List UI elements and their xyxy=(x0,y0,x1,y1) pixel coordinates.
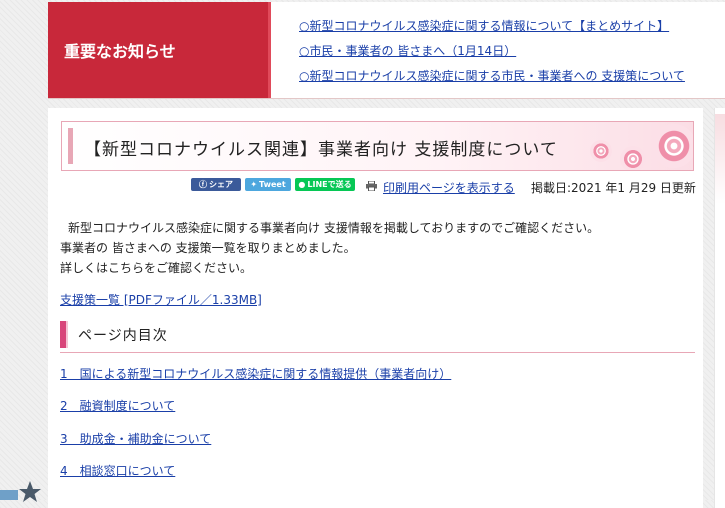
toc-accent-bar xyxy=(60,321,68,348)
title-accent-bar xyxy=(68,128,73,164)
facebook-share-button[interactable]: ⓕ シェア xyxy=(191,178,241,191)
toc-link-consultation[interactable]: 4 相談窓口について xyxy=(60,462,175,479)
print-page-link[interactable]: 印刷用ページを表示する xyxy=(383,179,515,196)
share-toolbar: ⓕ シェア ✦ Tweet ● LINEで送る 印刷用ページを表示する 掲載日:… xyxy=(48,176,703,196)
rose-decoration xyxy=(620,146,646,170)
line-share-button[interactable]: ● LINEで送る xyxy=(295,178,355,191)
important-notice-banner: 重要なお知らせ ○新型コロナウイルス感染症に関する情報について【まとめサイト】 … xyxy=(48,2,725,99)
tweet-label: Tweet xyxy=(259,180,286,189)
notice-links: ○新型コロナウイルス感染症に関する情報について【まとめサイト】 ○市民・事業者の… xyxy=(268,2,725,98)
toc-link-national-info[interactable]: 1 国による新型コロナウイルス感染症に関する情報提供（事業者向け） xyxy=(60,365,451,382)
line-icon: ● xyxy=(298,180,306,189)
intro-line: 事業者の 皆さまへの 支援策一覧を取りまとめました。 xyxy=(60,241,356,255)
intro-text: 新型コロナウイルス感染症に関する事業者向け 支援情報を掲載しておりますのでご確認… xyxy=(60,218,599,278)
twitter-tweet-button[interactable]: ✦ Tweet xyxy=(245,178,291,191)
intro-line: 詳しくはこちらをご確認ください。 xyxy=(60,261,253,275)
rose-decoration xyxy=(590,140,612,162)
pdf-download-link[interactable]: 支援策一覧 [PDFファイル／1.33MB] xyxy=(60,291,262,308)
star-icon[interactable] xyxy=(18,480,42,504)
notice-link-support[interactable]: ○新型コロナウイルス感染症に関する市民・事業者への 支援策について xyxy=(299,64,725,89)
right-sidebar-edge xyxy=(714,108,725,508)
facebook-icon: ⓕ xyxy=(199,180,207,189)
toc-heading: ページ内目次 xyxy=(60,317,695,353)
twitter-bird-icon: ✦ xyxy=(250,180,258,189)
notice-label: 重要なお知らせ xyxy=(48,2,268,98)
notice-link-matome[interactable]: ○新型コロナウイルス感染症に関する情報について【まとめサイト】 xyxy=(299,14,725,39)
posted-date: 掲載日:2021 年1 月29 日更新 xyxy=(531,181,696,195)
facebook-share-label: シェア xyxy=(209,180,233,189)
intro-line: 新型コロナウイルス感染症に関する事業者向け 支援情報を掲載しておりますのでご確認… xyxy=(68,221,600,235)
toc-title: ページ内目次 xyxy=(78,328,168,344)
notice-link-citizens[interactable]: ○市民・事業者の 皆さまへ（1月14日） xyxy=(299,39,725,64)
sidebar-cap xyxy=(715,114,725,204)
toc-link-grants[interactable]: 3 助成金・補助金について xyxy=(60,430,211,447)
toc-link-loans[interactable]: 2 融資制度について xyxy=(60,397,175,414)
corner-tab xyxy=(0,490,18,500)
page-title-box: 【新型コロナウイルス関連】事業者向け 支援制度について xyxy=(61,121,694,171)
main-content: 【新型コロナウイルス関連】事業者向け 支援制度について ⓕ シェア ✦ Twee… xyxy=(48,108,703,508)
printer-icon xyxy=(366,181,377,191)
rose-decoration xyxy=(652,124,693,168)
line-share-label: LINEで送る xyxy=(307,180,352,189)
page-title: 【新型コロナウイルス関連】事業者向け 支援制度について xyxy=(84,140,558,160)
